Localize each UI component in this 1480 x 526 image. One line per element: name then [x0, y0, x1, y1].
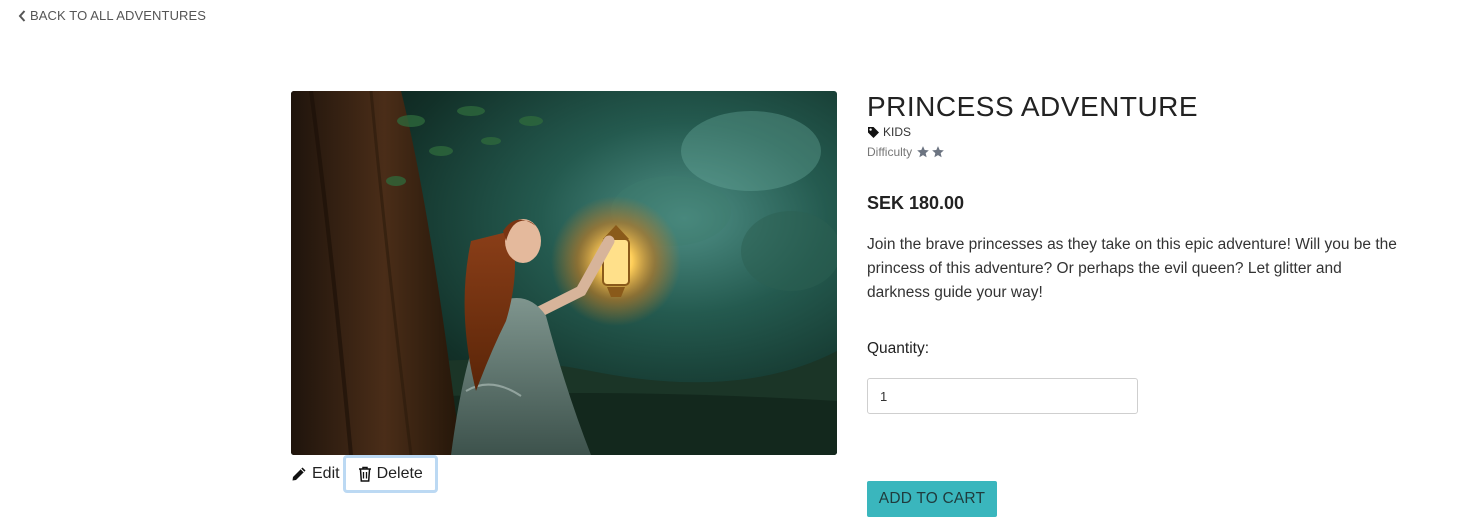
- quantity-label: Quantity:: [867, 340, 930, 357]
- edit-label: Edit: [312, 465, 340, 482]
- edit-link[interactable]: Edit: [291, 465, 340, 483]
- chevron-left-icon: [18, 9, 26, 22]
- star-icon: [917, 146, 929, 158]
- difficulty-label: Difficulty: [867, 145, 913, 159]
- category-link[interactable]: KIDS: [867, 125, 911, 139]
- quantity-input[interactable]: [867, 378, 1138, 414]
- star-icon: [932, 146, 944, 158]
- delete-label: Delete: [376, 465, 423, 482]
- difficulty-rating: Difficulty: [867, 145, 945, 159]
- category-label: KIDS: [883, 125, 912, 139]
- product-image: [291, 91, 837, 455]
- tag-icon: [868, 126, 879, 138]
- back-link-label: BACK TO ALL ADVENTURES: [30, 8, 207, 23]
- trash-icon: [358, 466, 371, 482]
- product-title: PRINCESS ADVENTURE: [867, 91, 1199, 122]
- delete-link[interactable]: Delete: [342, 455, 438, 493]
- admin-actions: Edit Delete: [291, 455, 438, 493]
- back-to-adventures-link[interactable]: BACK TO ALL ADVENTURES: [18, 8, 206, 23]
- product-price: SEK 180.00: [867, 193, 965, 213]
- product-detail-page: BACK TO ALL ADVENTURES Edit Delete PRINC…: [0, 0, 1480, 526]
- add-to-cart-button[interactable]: ADD TO CART: [867, 481, 997, 517]
- product-description: Join the brave princesses as they take o…: [867, 236, 1397, 301]
- pencil-icon: [292, 467, 306, 481]
- difficulty-stars: [916, 145, 945, 159]
